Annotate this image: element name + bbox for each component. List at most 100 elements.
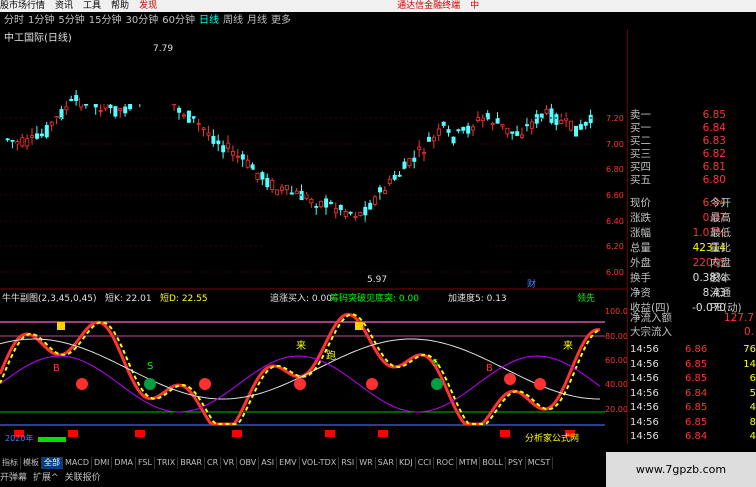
quote-panel: 卖一 6.85 买一 6.84 买二 6.83 买三 6.82 买四 6.81 买五 6.80 现价 6.…: [627, 29, 756, 444]
tick-row: 14:56 6.85 4: [630, 402, 756, 413]
period-tab-2[interactable]: 5分钟: [58, 12, 84, 29]
candle-body: [216, 140, 221, 145]
indicator-tab-fsl[interactable]: FSL: [136, 457, 155, 469]
period-tab-9[interactable]: 更多: [271, 12, 291, 29]
candle-body: [230, 151, 235, 156]
candle-body: [490, 123, 495, 126]
candle-body: [554, 114, 559, 125]
menu-item-6[interactable]: 中: [470, 0, 479, 12]
candle-body: [368, 202, 373, 210]
indicator-tab-sar[interactable]: SAR: [376, 457, 397, 469]
stat-row: 涨幅 1.03% 最低: [630, 227, 731, 239]
period-tab-7[interactable]: 周线: [223, 12, 243, 29]
candle-body: [382, 190, 387, 194]
candle-body: [422, 152, 427, 155]
tick-row: 14:56 6.85 6: [630, 373, 756, 384]
candle-body: [275, 189, 280, 195]
cai-label: 财: [527, 278, 536, 290]
menu-item-4[interactable]: 发现: [139, 0, 157, 12]
indicator-tab-vol-tdx[interactable]: VOL-TDX: [300, 457, 340, 469]
candle-body: [353, 216, 358, 218]
indicator-tab-模板[interactable]: 模板: [21, 457, 42, 469]
indicator-tab-boll[interactable]: BOLL: [480, 457, 506, 469]
menu-item-0[interactable]: 股市场行情: [0, 0, 45, 12]
candle-body: [25, 138, 30, 147]
signal-letter: S: [147, 361, 153, 372]
period-tab-6[interactable]: 日线: [199, 12, 219, 29]
stat-row: 总量 42314 量比: [630, 242, 731, 254]
indicator-tab-wr[interactable]: WR: [357, 457, 376, 469]
menu-item-3[interactable]: 帮助: [111, 0, 129, 12]
candle-body: [559, 119, 564, 124]
indicator-tab-dmi[interactable]: DMI: [92, 457, 113, 469]
signal-letter: B: [486, 363, 493, 374]
candle-body: [515, 131, 520, 136]
indicator-tab-brar[interactable]: BRAR: [178, 457, 206, 469]
period-tab-4[interactable]: 30分钟: [125, 12, 158, 29]
candle-body: [461, 126, 466, 131]
candle-body: [279, 186, 284, 191]
candle-body: [181, 114, 186, 117]
candle-body: [505, 127, 510, 135]
breakout-label: 筹码突破见底突: 0.00: [330, 292, 419, 304]
indicator-tab-cr[interactable]: CR: [205, 457, 222, 469]
candle-body: [49, 121, 54, 126]
indicator-tab-roc[interactable]: ROC: [434, 457, 457, 469]
period-tab-1[interactable]: 1分钟: [28, 12, 54, 29]
candle-body: [426, 136, 431, 142]
menu-bar: 股市场行情 资讯 工具 帮助 发现 通达信金融终端中: [0, 0, 756, 12]
bottom-tab-1[interactable]: 扩展^: [33, 470, 59, 487]
candle-body: [446, 129, 451, 133]
candle-body: [74, 95, 79, 101]
watermark: www.7gpzb.com: [606, 452, 756, 487]
stat-row: 外盘 22065 内盘: [630, 257, 731, 269]
indicator-tab-psy[interactable]: PSY: [506, 457, 526, 469]
candle-body: [35, 133, 40, 139]
candle-body: [343, 211, 348, 217]
price-tick: 6.40: [606, 217, 624, 226]
candle-body: [211, 136, 216, 144]
indicator-tab-emv[interactable]: EMV: [277, 457, 300, 469]
signal-circle: [144, 378, 156, 390]
price-tick: 6.20: [606, 242, 624, 251]
candle-body: [387, 178, 392, 184]
signal-circle: [534, 378, 546, 390]
menu-item-1[interactable]: 资讯: [55, 0, 73, 12]
indicator-tab-kdj[interactable]: KDJ: [397, 457, 416, 469]
candle-body: [583, 121, 588, 126]
candle-body: [270, 180, 275, 191]
candle-body: [10, 139, 15, 142]
candle-body: [328, 201, 333, 204]
signal-bar: [232, 430, 242, 437]
indicator-tick: 60.00: [605, 356, 628, 365]
bottom-tab-2[interactable]: 关联报价: [65, 470, 101, 487]
period-tab-0[interactable]: 分时: [4, 12, 24, 29]
signal-circle: [199, 378, 211, 390]
candle-body: [324, 198, 329, 208]
indicator-tab-cci[interactable]: CCI: [416, 457, 435, 469]
indicator-tab-rsi[interactable]: RSI: [339, 457, 358, 469]
candle-body: [510, 131, 515, 134]
menu-item-5[interactable]: 通达信金融终端: [397, 0, 460, 12]
indicator-tab-指标[interactable]: 指标: [0, 457, 21, 469]
period-tab-8[interactable]: 月线: [247, 12, 267, 29]
indicator-tab-dma[interactable]: DMA: [112, 457, 136, 469]
indicator-tab-vr[interactable]: VR: [221, 457, 238, 469]
indicator-tab-obv[interactable]: OBV: [237, 457, 260, 469]
menu-item-2[interactable]: 工具: [83, 0, 101, 12]
indicator-tab-全部[interactable]: 全部: [42, 457, 63, 469]
indicator-tab-trix[interactable]: TRIX: [155, 457, 179, 469]
indicator-tab-macd[interactable]: MACD: [63, 457, 92, 469]
indicator-tab-mtm[interactable]: MTM: [457, 457, 481, 469]
candle-body: [569, 120, 574, 131]
candle-body: [265, 177, 270, 188]
indicator-tab-mcst[interactable]: MCST: [526, 457, 554, 469]
period-tab-5[interactable]: 60分钟: [162, 12, 195, 29]
kline-chart[interactable]: 中工国际(日线) 7.20 7.00 6.80 6.60 6.40 6.20 6.00 7.…: [0, 29, 630, 444]
indicator-tab-asi[interactable]: ASI: [259, 457, 278, 469]
candle-body: [495, 117, 500, 124]
candle-body: [456, 129, 461, 132]
candle-body: [206, 132, 211, 136]
bottom-tab-0[interactable]: 开弹幕: [0, 470, 27, 487]
period-tab-3[interactable]: 15分钟: [89, 12, 122, 29]
